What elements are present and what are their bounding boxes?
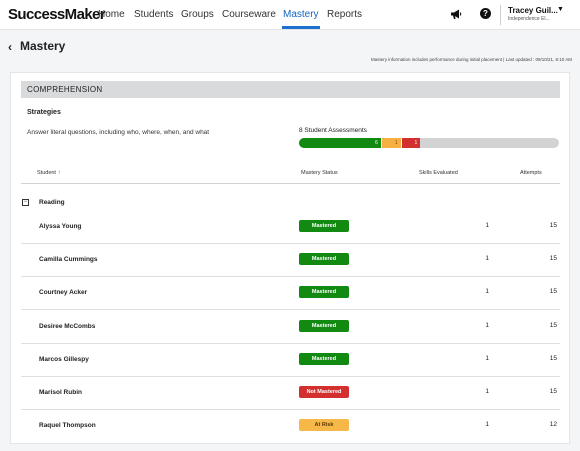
- skills-evaluated-value: 1: [485, 321, 489, 329]
- header-divider: [21, 183, 560, 184]
- back-arrow-icon[interactable]: ‹: [8, 40, 12, 54]
- status-badge: Mastered: [299, 253, 349, 266]
- mastery-progress-bar[interactable]: 6 1 1: [299, 138, 559, 148]
- status-badge: Not Mastered: [299, 386, 349, 398]
- attempts-value: 15: [549, 222, 557, 229]
- nav-home[interactable]: Home: [98, 9, 125, 20]
- column-header-mastery-status: Mastery Status: [301, 170, 338, 176]
- table-row[interactable]: Courtney Acker Mastered 1 15: [21, 277, 560, 311]
- table-row[interactable]: Marisol Rubin Not Mastered 1 15: [21, 377, 560, 410]
- status-badge: Mastered: [299, 286, 349, 299]
- student-name[interactable]: Desiree McCombs: [39, 323, 95, 330]
- section-subtitle: Strategies: [27, 109, 61, 116]
- table-row[interactable]: Raquel Thompson At Risk 1 12: [21, 410, 560, 443]
- status-badge: Mastered: [299, 352, 349, 365]
- nav-divider: [500, 5, 501, 25]
- assessment-count: 8 Student Assessments: [299, 127, 367, 134]
- sort-arrow-up-icon[interactable]: ↑: [58, 170, 61, 176]
- table-row[interactable]: Camilla Cummings Mastered 1 15: [21, 244, 560, 278]
- student-name[interactable]: Marcos Gillespy: [39, 356, 89, 363]
- student-name[interactable]: Raquel Thompson: [39, 422, 96, 429]
- table-row[interactable]: Marcos Gillespy Mastered 1 15: [21, 344, 560, 377]
- attempts-value: 15: [549, 255, 557, 263]
- nav-students[interactable]: Students: [134, 9, 173, 20]
- status-badge: At Risk: [299, 419, 349, 432]
- student-name[interactable]: Marisol Rubin: [39, 389, 82, 396]
- table-row[interactable]: Desiree McCombs Mastered 1 15: [21, 311, 560, 344]
- nav-mastery[interactable]: Mastery: [283, 9, 319, 20]
- progress-segment-mastered[interactable]: 6: [299, 138, 381, 148]
- skill-description: Answer literal questions, including who,…: [27, 129, 210, 136]
- group-label: Reading: [39, 199, 65, 206]
- column-header-student[interactable]: Student ↑: [37, 170, 61, 176]
- attempts-value: 15: [549, 288, 557, 296]
- page-title: Mastery: [20, 39, 66, 53]
- column-header-attempts: Attempts: [520, 170, 542, 176]
- nav-courseware[interactable]: Courseware: [222, 9, 276, 20]
- skills-evaluated-value: 1: [485, 388, 489, 395]
- user-name[interactable]: Tracey Guil...: [508, 6, 558, 15]
- skills-evaluated-value: 1: [485, 421, 489, 429]
- mastery-card: COMPREHENSION Strategies Answer literal …: [10, 72, 570, 444]
- mastery-info-note: Mastery information includes performance…: [370, 57, 572, 62]
- status-badge: Mastered: [299, 220, 349, 232]
- megaphone-icon[interactable]: [450, 8, 462, 20]
- skills-evaluated-value: 1: [485, 222, 489, 229]
- active-tab-indicator: [282, 26, 320, 29]
- progress-segment-not-mastered[interactable]: 1: [400, 138, 421, 148]
- app-logo[interactable]: SuccessMaker: [8, 6, 106, 23]
- attempts-value: 15: [549, 388, 557, 395]
- status-badge: Mastered: [299, 319, 349, 332]
- skills-evaluated-value: 1: [485, 288, 489, 296]
- skills-evaluated-value: 1: [485, 255, 489, 263]
- column-header-skills-evaluated: Skills Evaluated: [419, 170, 458, 176]
- student-name[interactable]: Alyssa Young: [39, 223, 81, 230]
- collapse-icon[interactable]: −: [22, 199, 29, 206]
- attempts-value: 15: [549, 321, 557, 329]
- section-header: COMPREHENSION: [21, 81, 560, 98]
- chevron-down-icon[interactable]: ▼: [557, 6, 564, 13]
- user-school: Independence El...: [508, 16, 550, 22]
- nav-reports[interactable]: Reports: [327, 9, 362, 20]
- nav-groups[interactable]: Groups: [181, 9, 214, 20]
- skills-evaluated-value: 1: [485, 354, 489, 362]
- table-row[interactable]: Alyssa Young Mastered 1 15: [21, 211, 560, 244]
- student-name[interactable]: Camilla Cummings: [39, 256, 98, 263]
- top-nav-bar: SuccessMaker Home Students Groups Course…: [0, 0, 580, 30]
- student-name[interactable]: Courtney Acker: [39, 289, 87, 296]
- progress-segment-at-risk[interactable]: 1: [380, 138, 401, 148]
- attempts-value: 15: [549, 354, 557, 362]
- help-icon[interactable]: ?: [480, 8, 491, 19]
- attempts-value: 12: [549, 421, 557, 429]
